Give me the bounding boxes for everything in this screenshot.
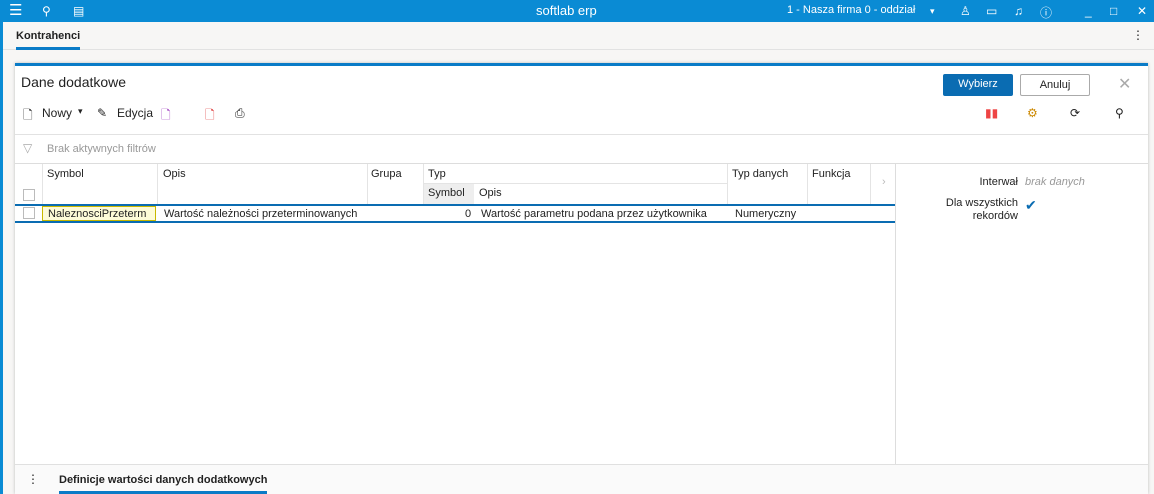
interval-label: Interwał xyxy=(979,176,1018,188)
cell-typ-symbol: 0 xyxy=(465,208,472,220)
col-funkcja[interactable]: Funkcja xyxy=(812,168,851,180)
company-select[interactable]: 1 - Nasza firma 0 - oddział xyxy=(787,4,915,16)
filter-bar[interactable]: ▽ Brak aktywnych filtrów xyxy=(15,134,1148,162)
app-title: softlab erp xyxy=(536,3,597,18)
new-button[interactable]: Nowy xyxy=(42,106,72,120)
dialog: Dane dodatkowe Wybierz Anuluj ✕ 🗋 Nowy ▾… xyxy=(15,63,1148,494)
all-records-label: Dla wszystkich rekordów xyxy=(945,197,1018,222)
col-typ-danych[interactable]: Typ danych xyxy=(732,168,788,180)
help-icon[interactable]: ⓘ xyxy=(1040,4,1052,21)
refresh-icon[interactable]: ⟳ xyxy=(1070,106,1080,120)
maximize-icon[interactable]: □ xyxy=(1110,4,1117,18)
edit-button[interactable]: Edycja xyxy=(117,106,153,120)
bell-icon[interactable]: ♫ xyxy=(1014,4,1023,18)
filter-icon: ▽ xyxy=(23,141,33,155)
cancel-button[interactable]: Anuluj xyxy=(1020,74,1090,96)
user-icon[interactable]: ♙ xyxy=(960,4,971,18)
chart-icon[interactable]: ▮▮ xyxy=(985,106,998,120)
col-opis[interactable]: Opis xyxy=(163,168,186,180)
select-button[interactable]: Wybierz xyxy=(943,74,1013,96)
all-records-checkbox[interactable]: ✔ xyxy=(1025,197,1037,214)
new-doc-icon[interactable]: 🗋 xyxy=(23,106,33,127)
edit-icon[interactable]: ✎ xyxy=(97,106,107,120)
row-checkbox[interactable] xyxy=(23,207,35,219)
menu-icon[interactable]: ☰ xyxy=(9,1,22,19)
tab-definitions[interactable]: Definicje wartości danych dodatkowych xyxy=(59,474,268,494)
title-bar: ☰ ⚲ ▤ softlab erp 1 - Nasza firma 0 - od… xyxy=(0,0,1154,22)
tab-kontrahenci[interactable]: Kontrahenci xyxy=(16,30,81,50)
info-doc-icon[interactable]: 🗋 xyxy=(161,106,171,127)
chevron-down-icon[interactable]: ▾ xyxy=(78,106,83,117)
print-icon[interactable]: ⎙ xyxy=(235,106,245,121)
close-window-icon[interactable]: ✕ xyxy=(1137,4,1147,18)
col-typ-symbol[interactable]: Symbol xyxy=(428,187,465,199)
scroll-right-icon[interactable]: › xyxy=(882,176,886,188)
data-grid: Symbol Opis Grupa Typ Symbol Opis Typ da… xyxy=(15,163,895,463)
dialog-title: Dane dodatkowe xyxy=(21,74,127,90)
more-icon[interactable]: ⋮ xyxy=(27,472,39,486)
col-typ-opis[interactable]: Opis xyxy=(479,187,502,199)
table-row[interactable]: NaleznosciPrzeterm Wartość należności pr… xyxy=(15,204,895,223)
chevron-down-icon[interactable]: ▾ xyxy=(930,6,935,17)
cell-opis: Wartość należności przeterminowanych xyxy=(164,208,358,220)
more-icon[interactable]: ⋮ xyxy=(1132,28,1144,42)
interval-value: brak danych xyxy=(1025,176,1085,188)
col-grupa[interactable]: Grupa xyxy=(371,168,402,180)
details-panel: Interwał brak danych Dla wszystkich reko… xyxy=(895,163,1148,464)
delete-doc-icon[interactable]: 🗋 xyxy=(205,106,215,127)
close-icon[interactable]: ✕ xyxy=(1118,74,1131,94)
news-icon[interactable]: ▤ xyxy=(73,4,84,18)
col-symbol[interactable]: Symbol xyxy=(47,168,84,180)
cell-typ-opis: Wartość parametru podana przez użytkowni… xyxy=(481,208,707,220)
search-icon[interactable]: ⚲ xyxy=(42,4,51,18)
filter-text: Brak aktywnych filtrów xyxy=(47,143,156,155)
cell-typ-danych: Numeryczny xyxy=(735,208,797,220)
search-filter-icon[interactable]: ⚲ xyxy=(1115,106,1124,120)
cell-symbol[interactable]: NaleznosciPrzeterm xyxy=(42,206,156,221)
chat-icon[interactable]: ▭ xyxy=(986,4,997,18)
settings-icon[interactable]: ⚙ xyxy=(1027,106,1038,120)
select-all-checkbox[interactable] xyxy=(23,189,35,201)
bottom-tabs: ⋮ Definicje wartości danych dodatkowych xyxy=(15,464,1148,494)
col-typ[interactable]: Typ xyxy=(428,168,446,180)
minimize-icon[interactable]: _ xyxy=(1085,4,1092,18)
